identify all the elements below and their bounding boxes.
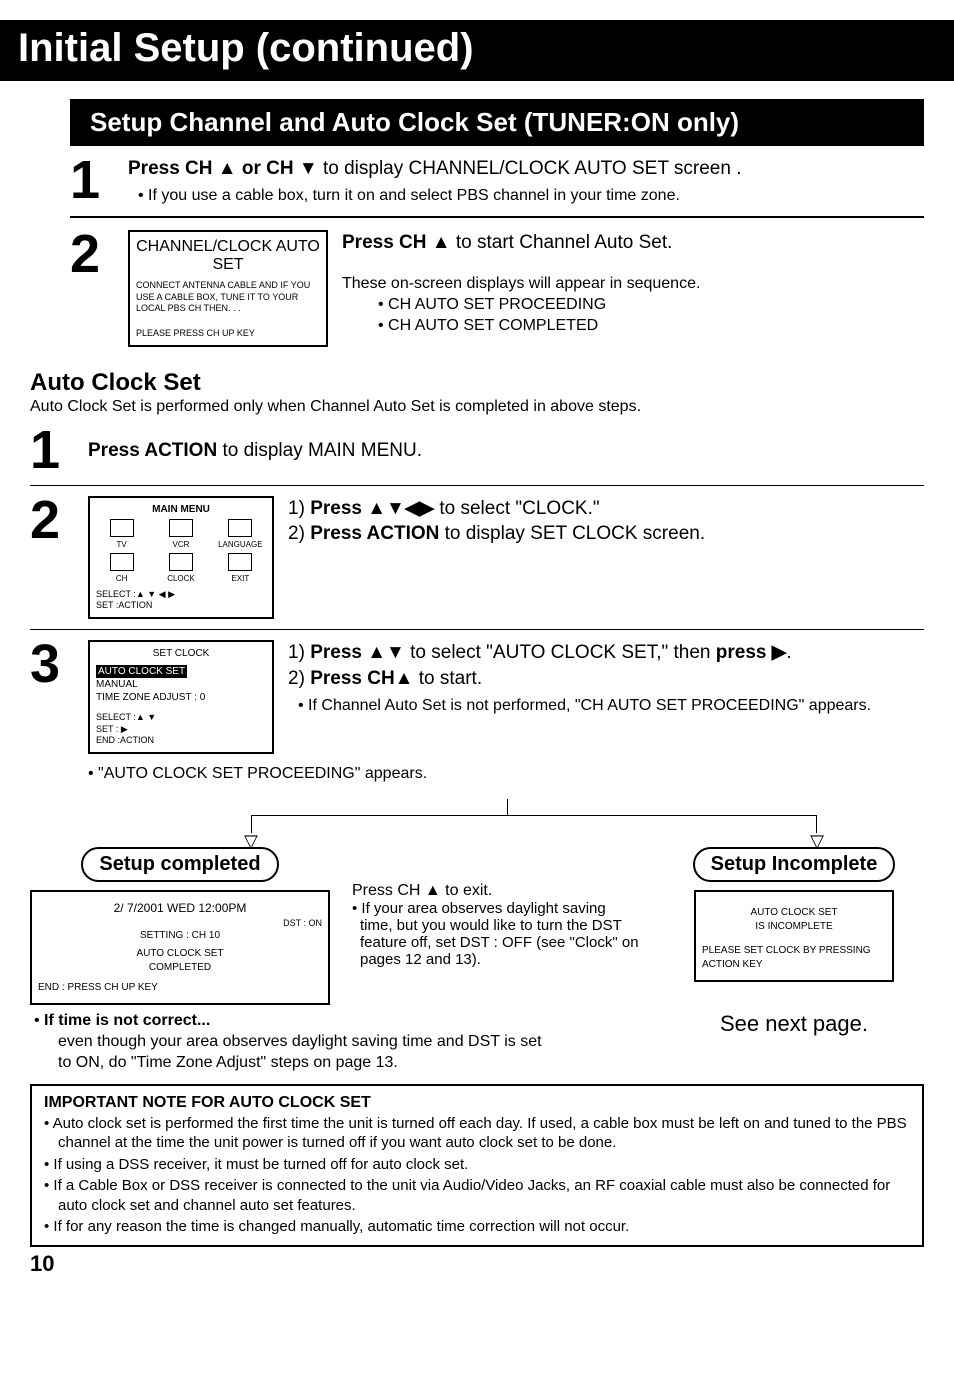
page-title: Initial Setup (continued) [0, 20, 954, 81]
osd-setup-incomplete: AUTO CLOCK SET IS INCOMPLETE PLEASE SET … [694, 890, 894, 982]
flow-mid-head: Press CH ▲ to exit. [352, 882, 642, 900]
arrow-down-icon: ▽ [244, 831, 258, 852]
section-heading: Setup Channel and Auto Clock Set (TUNER:… [70, 99, 924, 146]
step1-bullet: • If you use a cable box, turn it on and… [128, 186, 924, 207]
ac-step3-line1: 1) Press ▲▼ to select "AUTO CLOCK SET," … [288, 640, 924, 666]
setup-completed-pill: Setup completed [81, 847, 278, 882]
important-item-1: Auto clock set is performed the first ti… [58, 1114, 910, 1153]
flow-mid-bullet: • If your area observes daylight saving … [352, 900, 642, 968]
ac-step2-line1: 1) Press ▲▼◀▶ to select "CLOCK." [288, 496, 924, 522]
seq-item-2: • CH AUTO SET COMPLETED [342, 316, 924, 337]
important-note-head: IMPORTANT NOTE FOR AUTO CLOCK SET [44, 1094, 910, 1112]
step2-sequence-intro: These on-screen displays will appear in … [342, 274, 924, 295]
clock-icon [169, 553, 193, 571]
important-item-3: If a Cable Box or DSS receiver is connec… [58, 1176, 910, 1215]
see-next-page: See next page. [664, 1011, 924, 1037]
important-item-2: If using a DSS receiver, it must be turn… [58, 1155, 910, 1175]
ac-step3-line2: 2) Press CH▲ to start. [288, 666, 924, 692]
page-number: 10 [30, 1251, 924, 1277]
step-number-1: 1 [70, 156, 114, 206]
auto-clock-heading: Auto Clock Set [30, 369, 924, 397]
ac-step3-post: • "AUTO CLOCK SET PROCEEDING" appears. [30, 764, 924, 785]
auto-clock-intro: Auto Clock Set is performed only when Ch… [30, 397, 924, 418]
important-note-box: IMPORTANT NOTE FOR AUTO CLOCK SET Auto c… [30, 1084, 924, 1247]
ac-step3-bullet: • If Channel Auto Set is not performed, … [288, 696, 924, 717]
osd-set-clock: SET CLOCK AUTO CLOCK SET MANUAL TIME ZON… [88, 640, 274, 754]
osd-channel-clock-auto-set: CHANNEL/CLOCK AUTO SET CONNECT ANTENNA C… [128, 230, 328, 347]
triangle-up-icon: ▲ [432, 232, 451, 253]
step-number-2: 2 [70, 230, 114, 347]
osd-main-menu: MAIN MENU TV VCR LANGUAGE CH CLOCK EXIT … [88, 496, 274, 620]
language-icon [228, 519, 252, 537]
ac-step1-instruction: Press ACTION to display MAIN MENU. [88, 440, 422, 461]
step2-instruction: Press CH ▲ to start Channel Auto Set. [342, 230, 924, 256]
tv-icon [110, 519, 134, 537]
ac-step2-line2: 2) Press ACTION to display SET CLOCK scr… [288, 521, 924, 547]
important-item-4: If for any reason the time is changed ma… [58, 1217, 910, 1237]
time-not-correct-note: • If time is not correct... even though … [30, 1011, 550, 1073]
vcr-icon [169, 519, 193, 537]
exit-icon [228, 553, 252, 571]
triangle-down-icon: ▼ [299, 158, 318, 179]
step1-instruction: Press CH ▲ or CH ▼ to display CHANNEL/CL… [128, 156, 924, 182]
ac-step-number-2: 2 [30, 496, 74, 620]
ac-step-number-3: 3 [30, 640, 74, 754]
ac-step-number-1: 1 [30, 426, 74, 475]
ch-icon [110, 553, 134, 571]
seq-item-1: • CH AUTO SET PROCEEDING [342, 295, 924, 316]
osd-setup-completed: 2/ 7/2001 WED 12:00PM DST : ON SETTING :… [30, 890, 330, 1005]
arrow-down-icon: ▽ [810, 831, 824, 852]
setup-incomplete-pill: Setup Incomplete [693, 847, 896, 882]
triangle-up-icon: ▲ [218, 158, 237, 179]
